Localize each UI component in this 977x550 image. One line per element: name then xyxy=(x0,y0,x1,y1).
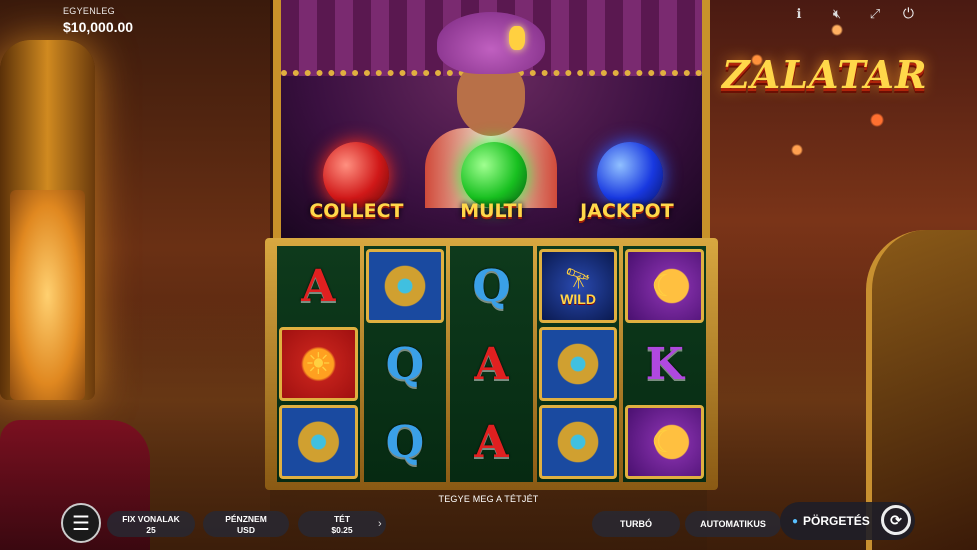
autoplay-label: AUTOMATIKUS xyxy=(700,519,766,529)
symbol-q: Q xyxy=(385,416,425,468)
fullscreen-icon[interactable]: ⤢ xyxy=(868,6,882,22)
compass-symbol xyxy=(538,327,618,401)
spin-arrows-icon: ⟳ xyxy=(881,505,911,535)
compass-symbol xyxy=(279,405,358,479)
symbol-a: A xyxy=(474,416,509,468)
moon-symbol: ☾ xyxy=(625,405,704,479)
chevron-right-icon[interactable]: › xyxy=(378,518,382,530)
balance-display: EGYENLEG $10,000.00 xyxy=(63,6,133,35)
spin-button[interactable]: ● PÖRGETÉS ⟳ xyxy=(780,502,915,540)
symbol-q: Q xyxy=(385,338,425,390)
wild-symbol: 🔭︎ WILD xyxy=(538,249,618,323)
lantern-decoration xyxy=(0,40,95,400)
currency-label: PÉNZNEM xyxy=(225,513,267,524)
symbol-a: A xyxy=(301,260,336,312)
turbo-label: TURBÓ xyxy=(620,519,652,529)
reel-2: Q Q xyxy=(363,246,447,482)
game-logo: ZALATAR xyxy=(722,52,928,97)
currency-selector[interactable]: PÉNZNEM USD xyxy=(203,511,289,537)
symbol-q: Q xyxy=(472,260,511,312)
paylines-label: FIX VONALAK xyxy=(122,513,180,524)
autoplay-button[interactable]: AUTOMATIKUS xyxy=(685,511,781,537)
balance-label: EGYENLEG xyxy=(63,6,115,16)
turbo-button[interactable]: TURBÓ xyxy=(592,511,680,537)
wild-label: WILD xyxy=(560,290,596,307)
compass-symbol xyxy=(365,249,445,323)
compass-symbol xyxy=(538,405,618,479)
collect-label: COLLECT xyxy=(309,200,404,222)
info-icon[interactable]: ℹ xyxy=(792,6,806,22)
reel-4: 🔭︎ WILD xyxy=(536,246,620,482)
moon-symbol: ☾ xyxy=(625,249,704,323)
reel-1: A ☀ xyxy=(277,246,360,482)
bet-value: $0.25 xyxy=(331,524,353,535)
mute-icon[interactable]: 🔇︎ xyxy=(830,6,844,22)
moon-icon: ☾ xyxy=(651,269,679,303)
symbol-k: K xyxy=(645,338,684,390)
telescope-icon: 🔭︎ xyxy=(565,267,591,290)
balance-value: $10,000.00 xyxy=(63,19,134,35)
bonus-labels: COLLECT MULTI JACKPOT xyxy=(281,196,702,226)
sun-symbol: ☀ xyxy=(279,327,358,401)
spin-label: PÖRGETÉS xyxy=(803,514,870,528)
sun-icon: ☀ xyxy=(304,347,332,381)
reels-frame: A ☀ Q Q Q A A 🔭︎ WILD ☾ K ☾ xyxy=(265,238,718,490)
bet-selector[interactable]: TÉT $0.25 xyxy=(298,511,386,537)
menu-icon: ☰ xyxy=(72,512,90,535)
control-bar: ☰ FIX VONALAK 25 PÉNZNEM USD TÉT $0.25 ›… xyxy=(55,502,915,546)
paylines-display: FIX VONALAK 25 xyxy=(107,511,195,537)
bonus-stage: COLLECT MULTI JACKPOT xyxy=(273,0,710,238)
symbol-a: A xyxy=(474,338,509,390)
reel-grid: A ☀ Q Q Q A A 🔭︎ WILD ☾ K ☾ xyxy=(277,246,706,482)
menu-button[interactable]: ☰ xyxy=(61,503,101,543)
power-icon[interactable]: ⏻ xyxy=(903,5,914,22)
reel-3: Q A A xyxy=(450,246,533,482)
moon-icon: ☾ xyxy=(651,425,679,459)
jackpot-label: JACKPOT xyxy=(580,200,674,222)
paylines-value: 25 xyxy=(146,524,156,535)
top-toolbar: ℹ 🔇︎ ⤢ xyxy=(792,6,882,22)
spin-dot-icon: ● xyxy=(792,515,799,527)
reel-5: ☾ K ☾ xyxy=(623,246,706,482)
multi-label: MULTI xyxy=(460,200,524,222)
bet-label: TÉT xyxy=(333,513,351,524)
currency-value: USD xyxy=(237,524,255,535)
